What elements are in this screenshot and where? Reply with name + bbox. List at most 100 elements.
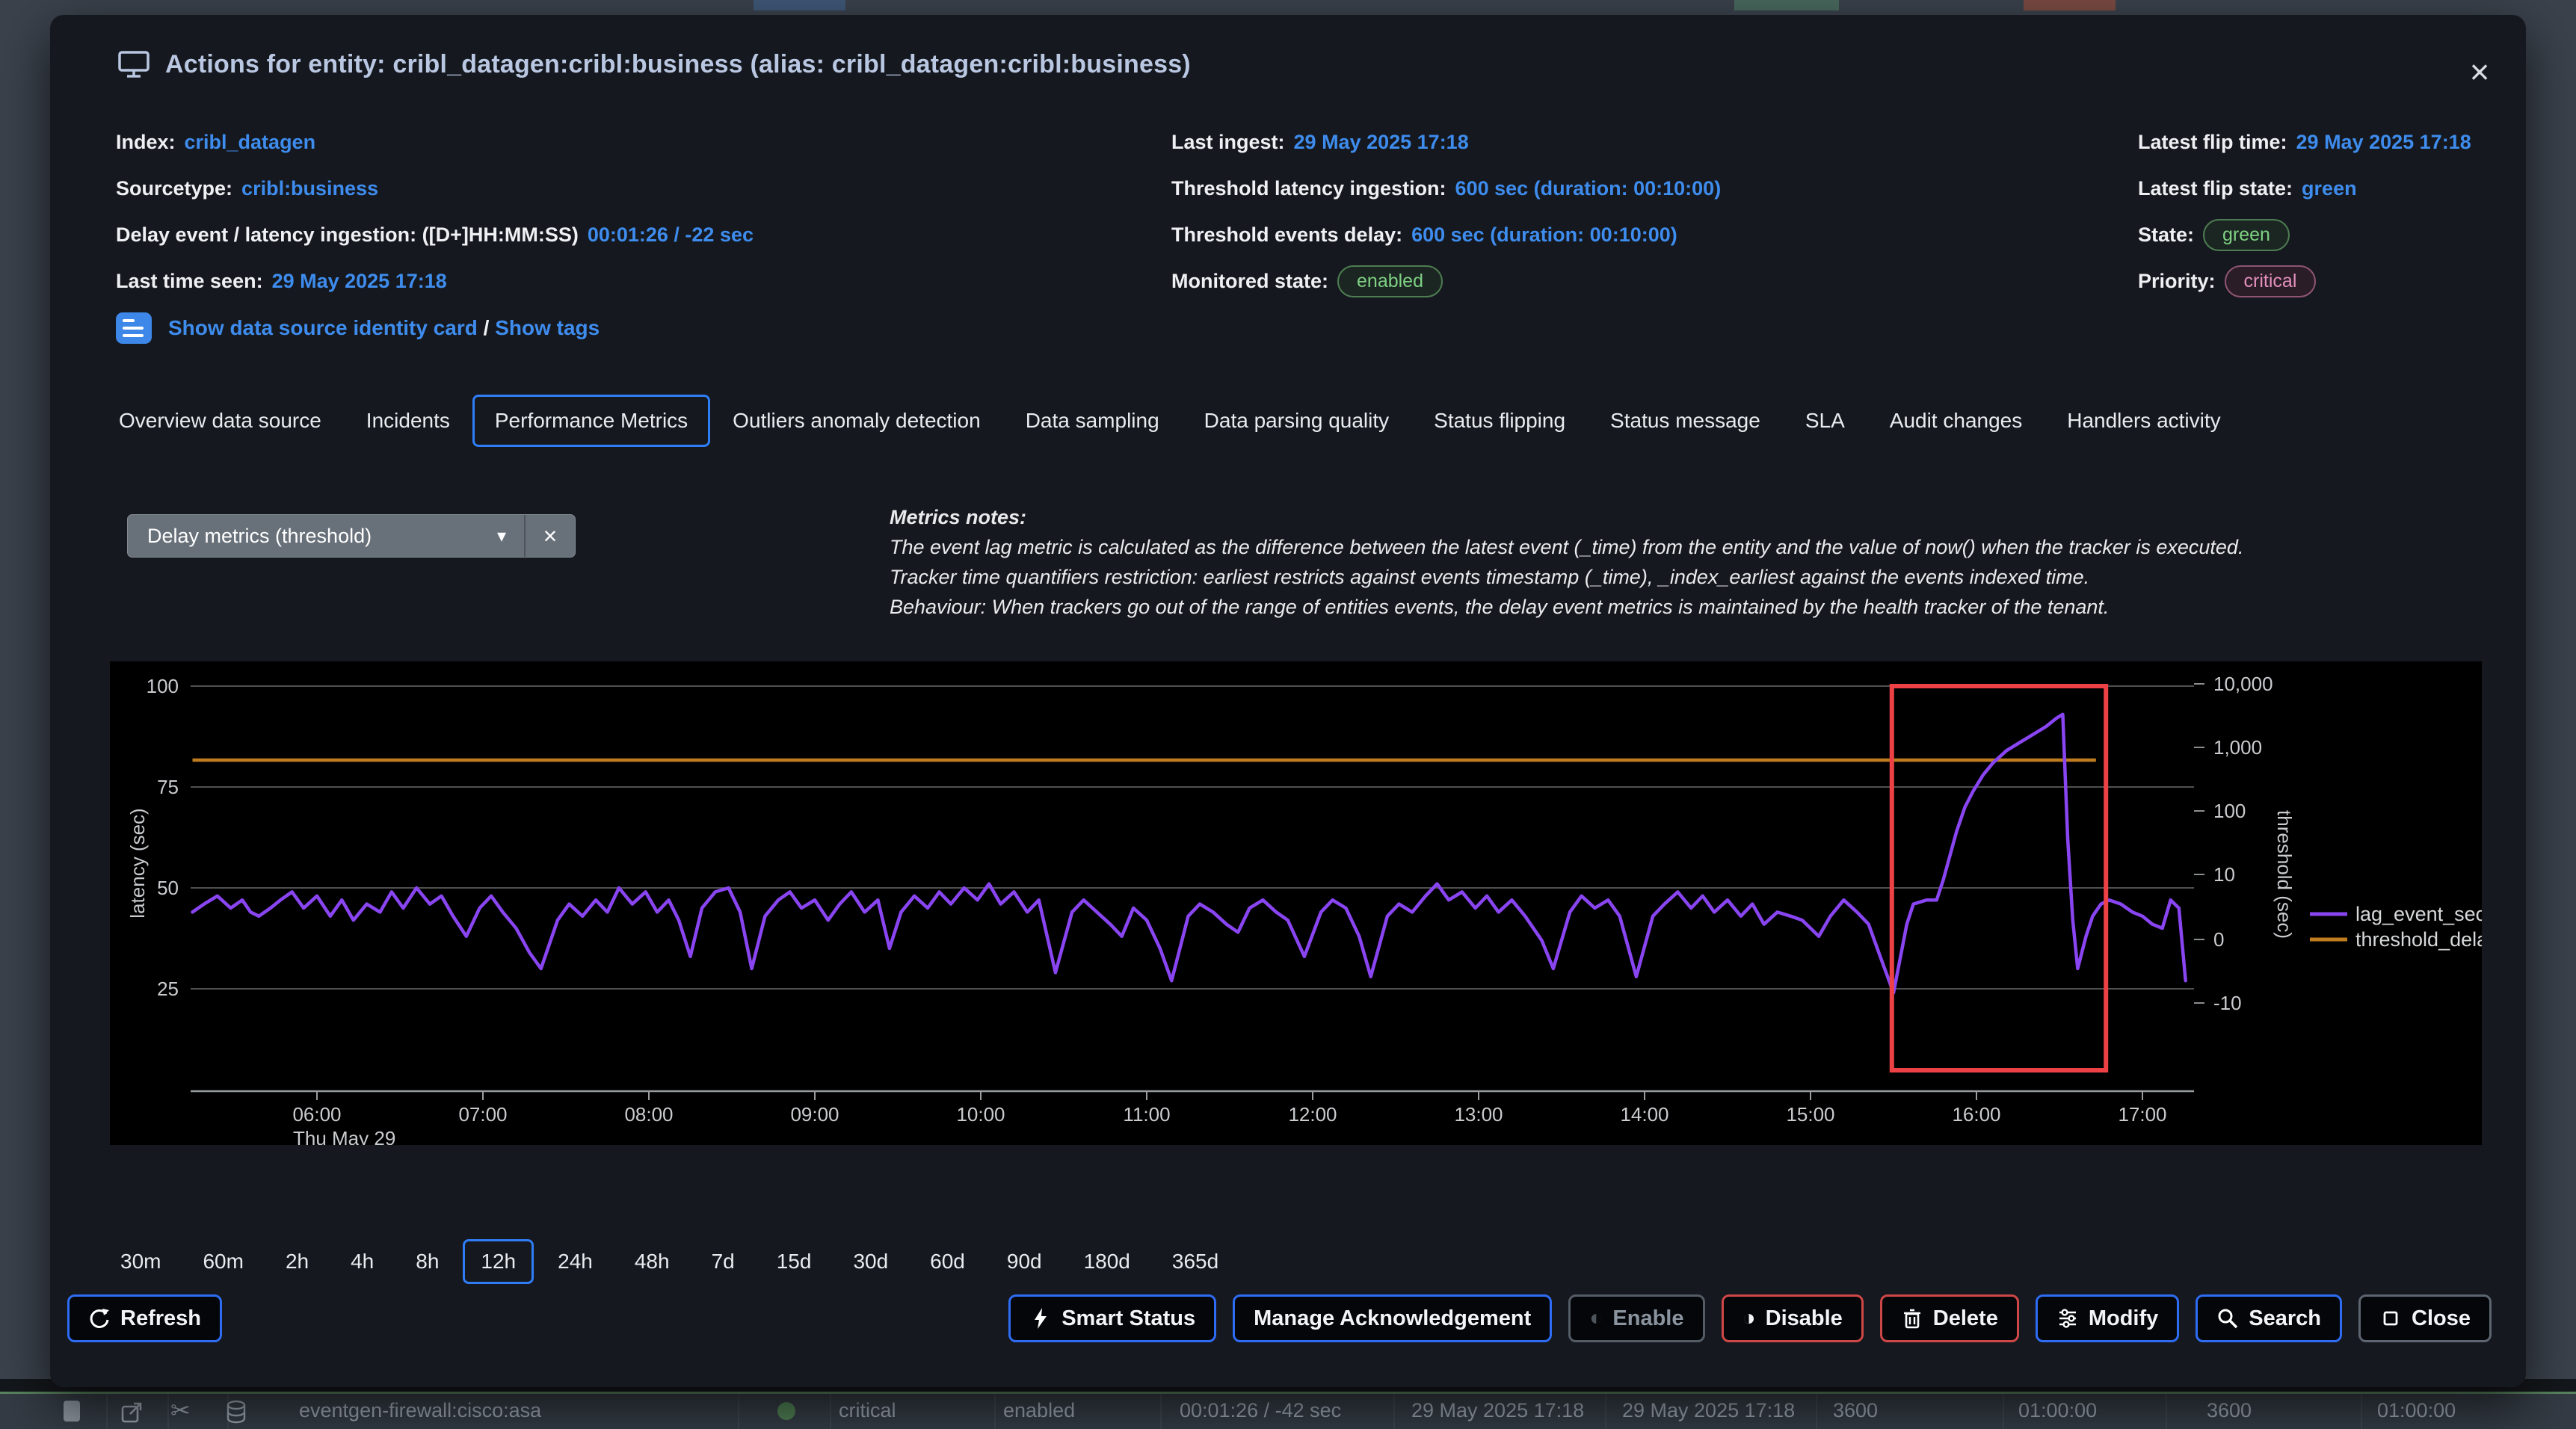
status-dot [777, 1402, 795, 1420]
smart-status-button[interactable]: Smart Status [1008, 1294, 1217, 1342]
metric-select-dropdown[interactable]: Delay metrics (threshold) ▾ × [127, 514, 576, 558]
entity-actions-modal: Actions for entity: cribl_datagen:cribl:… [50, 15, 2526, 1387]
tab-handlers-activity[interactable]: Handlers activity [2045, 395, 2243, 447]
tab-data-sampling[interactable]: Data sampling [1003, 395, 1182, 447]
bg-tile-teal [1734, 0, 1839, 10]
info-field: Last time seen: 29 May 2025 17:18 [116, 266, 754, 296]
priority-cell: critical [839, 1399, 896, 1422]
tab-status-message[interactable]: Status message [1588, 395, 1783, 447]
show-identity-card-link[interactable]: Show data source identity card [168, 316, 478, 339]
button-label: Refresh [120, 1306, 201, 1330]
bg-tile-blue [754, 0, 845, 10]
duration2-cell: 01:00:00 [2377, 1399, 2456, 1422]
info-field: Latest flip time: 29 May 2025 17:18 [2138, 127, 2471, 157]
metric-select-value: Delay metrics (threshold) [147, 524, 372, 547]
search-button[interactable]: Search [2196, 1294, 2343, 1342]
time-range-8h[interactable]: 8h [398, 1239, 457, 1284]
background-table-row[interactable]: ✂ eventgen-firewall:cisco:asa critical enab… [0, 1392, 2576, 1429]
button-label: Enable [1612, 1306, 1684, 1330]
clear-metric-icon[interactable]: × [526, 522, 575, 550]
svg-text:06:00: 06:00 [292, 1103, 341, 1126]
svg-text:75: 75 [157, 776, 179, 798]
column-separator [2003, 1394, 2004, 1429]
info-field: Threshold latency ingestion: 600 sec (dur… [1171, 173, 1721, 203]
info-label: Index: [116, 130, 176, 153]
button-label: Manage Acknowledgement [1254, 1306, 1532, 1330]
time-range-180d[interactable]: 180d [1066, 1239, 1148, 1284]
time-range-15d[interactable]: 15d [759, 1239, 830, 1284]
time-range-7d[interactable]: 7d [694, 1239, 753, 1284]
svg-text:08:00: 08:00 [624, 1103, 673, 1126]
threshold2-cell: 3600 [2207, 1399, 2252, 1422]
time-range-60d[interactable]: 60d [912, 1239, 983, 1284]
info-label: Threshold events delay: [1171, 223, 1403, 246]
row-handle-icon[interactable] [64, 1401, 80, 1422]
info-column: Last ingest: 29 May 2025 17:18 Threshold l… [1171, 127, 1721, 297]
tab-overview-data-source[interactable]: Overview data source [96, 395, 344, 447]
bg-tile-red [2024, 0, 2116, 10]
trash-icon [1903, 1309, 1920, 1329]
show-tags-link[interactable]: Show tags [495, 316, 600, 339]
time-range-60m[interactable]: 60m [185, 1239, 261, 1284]
column-separator [738, 1394, 739, 1429]
delete-button[interactable]: Delete [1879, 1294, 2019, 1342]
info-value-link[interactable]: cribl_datagen [185, 131, 316, 154]
links-separator: / [477, 316, 496, 339]
info-label: Priority: [2138, 269, 2216, 292]
external-link-icon[interactable] [120, 1401, 144, 1425]
refresh-button[interactable]: Refresh [67, 1294, 222, 1342]
time-range-90d[interactable]: 90d [989, 1239, 1060, 1284]
entity-name[interactable]: eventgen-firewall:cisco:asa [299, 1399, 541, 1422]
last-time-cell: 29 May 2025 17:18 [1411, 1399, 1585, 1422]
info-value-link[interactable]: cribl:business [241, 177, 378, 200]
manage-acknowledgement-button[interactable]: Manage Acknowledgement [1233, 1294, 1553, 1342]
time-range-4h[interactable]: 4h [333, 1239, 392, 1284]
time-range-12h[interactable]: 12h [463, 1239, 534, 1284]
tab-data-parsing-quality[interactable]: Data parsing quality [1182, 395, 1411, 447]
info-field: Priority: critical [2138, 265, 2471, 297]
info-label: Last ingest: [1171, 130, 1285, 153]
status-badge: critical [2224, 265, 2317, 297]
tab-status-flipping[interactable]: Status flipping [1411, 395, 1588, 447]
tab-performance-metrics[interactable]: Performance Metrics [472, 395, 711, 447]
time-range-30d[interactable]: 30d [835, 1239, 906, 1284]
modal-title: Actions for entity: cribl_datagen:cribl:… [165, 49, 1191, 78]
info-label: Sourcetype: [116, 176, 233, 200]
info-label: Last time seen: [116, 269, 263, 292]
tab-incidents[interactable]: Incidents [344, 395, 472, 447]
disable-button[interactable]: ◑ Disable [1721, 1294, 1864, 1342]
button-label: Smart Status [1061, 1306, 1196, 1330]
identity-card-icon [116, 312, 152, 344]
time-range-24h[interactable]: 24h [540, 1239, 611, 1284]
close-icon[interactable]: × [2459, 51, 2500, 93]
chevron-down-icon: ▾ [496, 525, 506, 546]
column-separator [1816, 1394, 1817, 1429]
info-value: 00:01:26 / -22 sec [587, 223, 754, 246]
monitor-icon [118, 51, 150, 78]
identity-links: Show data source identity card / Show ta… [168, 316, 600, 340]
tab-audit-changes[interactable]: Audit changes [1867, 395, 2045, 447]
tab-sla[interactable]: SLA [1783, 395, 1867, 447]
time-range-30m[interactable]: 30m [102, 1239, 179, 1284]
modify-button[interactable]: Modify [2035, 1294, 2180, 1342]
metrics-note-line: Behaviour: When trackers go out of the r… [890, 596, 2110, 618]
column-separator [106, 1394, 108, 1429]
time-range-365d[interactable]: 365d [1154, 1239, 1236, 1284]
button-label: Disable [1765, 1306, 1843, 1330]
time-range-48h[interactable]: 48h [617, 1239, 688, 1284]
info-value: green [2302, 176, 2357, 200]
enable-button: ◐ Enable [1568, 1294, 1705, 1342]
close-button[interactable]: Close [2358, 1294, 2492, 1342]
svg-text:latency (sec): latency (sec) [126, 808, 149, 918]
column-separator [1393, 1394, 1395, 1429]
tab-outliers-anomaly-detection[interactable]: Outliers anomaly detection [710, 395, 1003, 447]
scissors-icon[interactable]: ✂ [170, 1396, 191, 1425]
time-range-2h[interactable]: 2h [268, 1239, 327, 1284]
info-field: Latest flip state: green [2138, 173, 2471, 203]
svg-text:15:00: 15:00 [1786, 1103, 1834, 1126]
svg-text:lag_event_sec: lag_event_sec [2355, 903, 2482, 925]
sliders-icon [2059, 1309, 2076, 1328]
database-icon[interactable] [224, 1400, 248, 1425]
performance-metrics-chart[interactable]: 100 75 50 25 latency (sec) threshold (sec) 10,… [110, 661, 2498, 1149]
metrics-note-line: Tracker time quantifiers restriction: ea… [890, 566, 2090, 588]
